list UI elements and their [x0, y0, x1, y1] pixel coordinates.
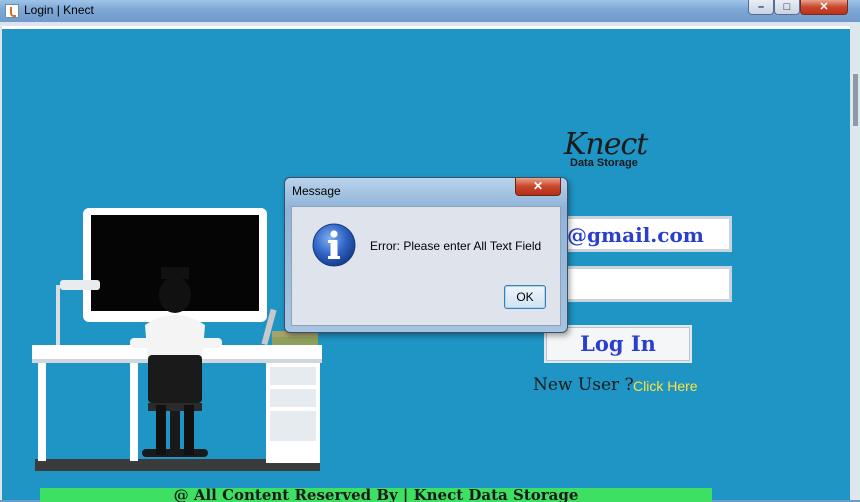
- window-title: Login | Knect: [24, 3, 94, 17]
- minimize-button[interactable]: –: [748, 0, 774, 15]
- info-icon: [312, 223, 356, 267]
- click-here-link[interactable]: Click Here: [633, 378, 698, 394]
- maximize-icon: □: [783, 1, 791, 13]
- scrollbar-thumb[interactable]: [853, 74, 858, 126]
- email-value: @gmail.com: [567, 223, 704, 247]
- dialog-title: Message: [292, 184, 341, 198]
- maximize-button[interactable]: □: [774, 0, 800, 15]
- password-field[interactable]: [552, 266, 732, 302]
- close-icon: ✕: [819, 1, 829, 13]
- dialog-body: Error: Please enter All Text Field OK: [291, 206, 561, 326]
- error-message: Error: Please enter All Text Field: [370, 239, 542, 253]
- email-field[interactable]: @gmail.com: [552, 216, 732, 252]
- login-button-label: Log In: [580, 331, 656, 356]
- ok-button[interactable]: OK: [504, 285, 546, 309]
- message-dialog: Message ✕ Error: Please enter All Text F…: [284, 177, 568, 333]
- window-titlebar: Login | Knect – □ ✕: [0, 0, 860, 22]
- logo-tagline: Data Storage: [570, 157, 638, 169]
- window-close-button[interactable]: ✕: [800, 0, 848, 15]
- knect-logo: Knect Data Storage: [564, 127, 654, 177]
- java-app-icon: [5, 4, 19, 18]
- panel-top-border: [2, 26, 850, 29]
- minimize-icon: –: [757, 1, 765, 13]
- dialog-close-button[interactable]: ✕: [515, 178, 561, 196]
- close-icon: ✕: [532, 179, 544, 193]
- ok-button-label: OK: [516, 290, 534, 304]
- new-user-label: New User ?: [533, 375, 634, 395]
- vertical-scrollbar[interactable]: [851, 22, 860, 500]
